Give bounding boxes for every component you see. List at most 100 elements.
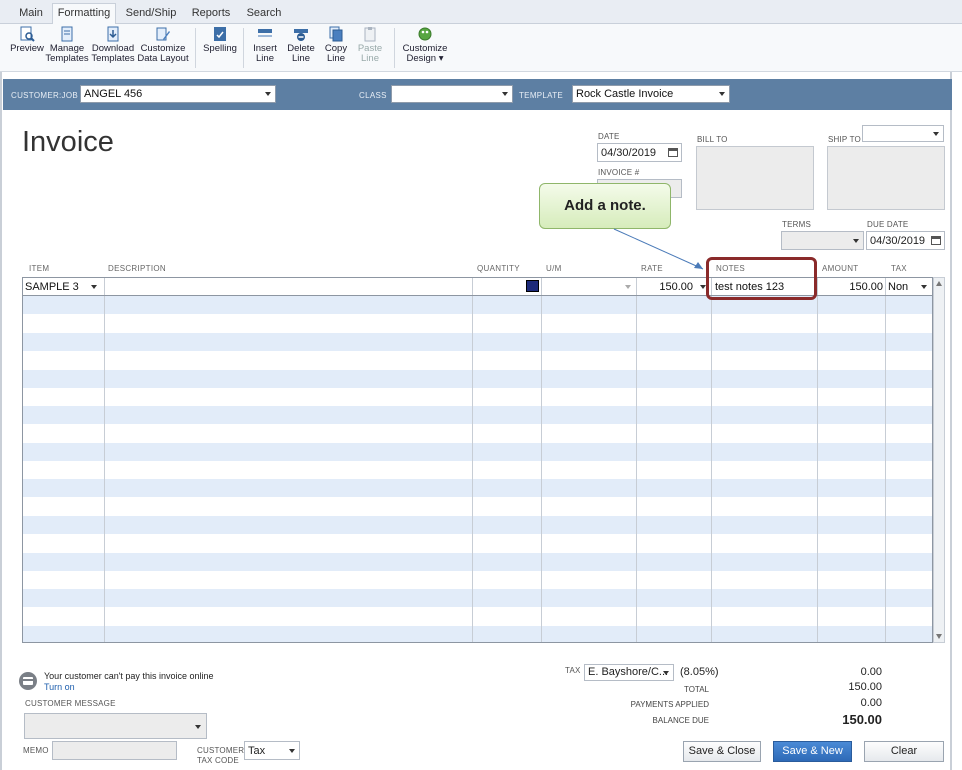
insert-line-button[interactable]: Insert Line (248, 26, 282, 64)
scroll-down-icon[interactable] (936, 634, 942, 639)
page-title: Invoice (22, 126, 114, 158)
save-close-button[interactable]: Save & Close (683, 741, 761, 762)
column-divider (541, 278, 542, 642)
column-header-quantity: QUANTITY (477, 264, 520, 273)
tab-search[interactable]: Search (242, 4, 286, 24)
balance-due-label: BALANCE DUE (652, 716, 709, 725)
table-row[interactable] (23, 570, 932, 589)
chevron-down-icon (265, 92, 271, 96)
payments-applied-value: 0.00 (860, 697, 882, 709)
table-row[interactable] (23, 332, 932, 351)
table-row[interactable] (23, 515, 932, 534)
spell-check-icon (214, 27, 226, 41)
chevron-down-icon (289, 749, 295, 753)
due-date-value: 04/30/2019 (870, 235, 926, 247)
table-row[interactable] (23, 479, 932, 498)
tax-cell[interactable]: Non (888, 279, 918, 296)
chevron-down-icon (663, 671, 669, 675)
column-header-um: U/M (546, 264, 562, 273)
table-row[interactable] (23, 424, 932, 443)
credit-card-icon (19, 672, 37, 690)
preview-icon (20, 26, 35, 42)
customer-header-band: CUSTOMER:JOB ANGEL 456 CLASS TEMPLATE Ro… (3, 79, 952, 110)
calendar-icon[interactable] (668, 148, 678, 157)
customer-job-label: CUSTOMER:JOB (11, 91, 79, 100)
save-new-button[interactable]: Save & New (773, 741, 852, 762)
bill-to-box[interactable] (696, 146, 814, 210)
delete-line-button[interactable]: Delete Line (284, 26, 318, 64)
manage-templates-button[interactable]: Manage Templates (44, 26, 90, 64)
tab-formatting[interactable]: Formatting (52, 3, 116, 25)
customize-data-layout-button[interactable]: Customize Data Layout (137, 26, 189, 64)
turn-on-link[interactable]: Turn on (44, 682, 75, 692)
table-row[interactable] (23, 497, 932, 516)
calculator-icon[interactable] (526, 280, 539, 292)
class-dropdown[interactable] (391, 85, 513, 103)
description-cell[interactable] (107, 279, 472, 296)
table-row[interactable] (23, 406, 932, 425)
table-row[interactable] (23, 607, 932, 626)
table-row[interactable] (23, 625, 932, 642)
chevron-down-icon[interactable] (625, 285, 631, 289)
due-date-field[interactable]: 04/30/2019 (866, 231, 945, 250)
tab-reports[interactable]: Reports (186, 4, 236, 24)
toolbar-separator (195, 28, 196, 68)
balance-due-value: 150.00 (842, 712, 882, 727)
amount-cell[interactable]: 150.00 (819, 279, 883, 296)
preview-label: Preview (10, 43, 44, 54)
chevron-down-icon (502, 92, 508, 96)
tab-send-ship[interactable]: Send/Ship (122, 4, 180, 24)
table-row[interactable] (23, 534, 932, 553)
memo-field[interactable] (52, 741, 177, 760)
chevron-down-icon[interactable] (921, 285, 927, 289)
ship-to-box[interactable] (827, 146, 945, 210)
chevron-down-icon (933, 132, 939, 136)
table-row[interactable] (23, 461, 932, 479)
table-row[interactable] (23, 387, 932, 406)
memo-label: MEMO (23, 746, 49, 755)
chevron-down-icon[interactable] (91, 285, 97, 289)
template-label: TEMPLATE (519, 91, 564, 100)
toolbar-separator (394, 28, 395, 68)
customer-tax-code-label-2: TAX CODE (197, 756, 239, 765)
chevron-down-icon (853, 239, 859, 243)
customer-tax-code-dropdown[interactable]: Tax (244, 741, 300, 760)
template-dropdown[interactable]: Rock Castle Invoice (572, 85, 730, 103)
ship-to-dropdown[interactable] (862, 125, 944, 142)
table-row[interactable] (23, 351, 932, 370)
paste-line-button[interactable]: Paste Line (354, 26, 386, 64)
terms-dropdown[interactable] (781, 231, 864, 250)
scroll-up-icon[interactable] (936, 281, 942, 286)
rate-cell[interactable]: 150.00 (637, 279, 693, 296)
spelling-button[interactable]: Spelling (201, 26, 239, 54)
table-row[interactable] (23, 442, 932, 461)
bill-to-label: BILL TO (697, 135, 728, 144)
table-row[interactable] (23, 552, 932, 571)
formatting-toolbar: Preview Manage Templates Download Templa… (0, 24, 962, 72)
column-divider (636, 278, 637, 642)
table-row[interactable] (23, 314, 932, 333)
tax-code-value: Tax (248, 745, 266, 757)
copy-icon (329, 26, 343, 42)
copy-line-button[interactable]: Copy Line (320, 26, 352, 64)
table-row[interactable] (23, 369, 932, 388)
clear-button[interactable]: Clear (864, 741, 944, 762)
template-value: Rock Castle Invoice (576, 88, 674, 100)
customer-message-dropdown[interactable] (24, 713, 207, 739)
tax-item-dropdown[interactable]: E. Bayshore/C... (584, 664, 674, 681)
tab-main[interactable]: Main (12, 4, 50, 24)
table-scrollbar[interactable] (933, 277, 945, 643)
invoice-number-label: INVOICE # (598, 168, 640, 177)
date-field[interactable]: 04/30/2019 (597, 143, 682, 162)
customer-message-label: CUSTOMER MESSAGE (25, 699, 116, 708)
calendar-icon[interactable] (931, 236, 941, 245)
ship-to-label: SHIP TO (828, 135, 861, 144)
table-row[interactable] (23, 589, 932, 608)
preview-button[interactable]: Preview (8, 26, 46, 54)
templates-icon (61, 26, 73, 42)
download-templates-button[interactable]: Download Templates (90, 26, 136, 64)
tax-amount: 0.00 (860, 666, 882, 678)
ribbon-tabs: Main Formatting Send/Ship Reports Search (0, 0, 962, 25)
customize-design-button[interactable]: Customize Design ▾ (400, 26, 450, 64)
customer-job-dropdown[interactable]: ANGEL 456 (80, 85, 276, 103)
